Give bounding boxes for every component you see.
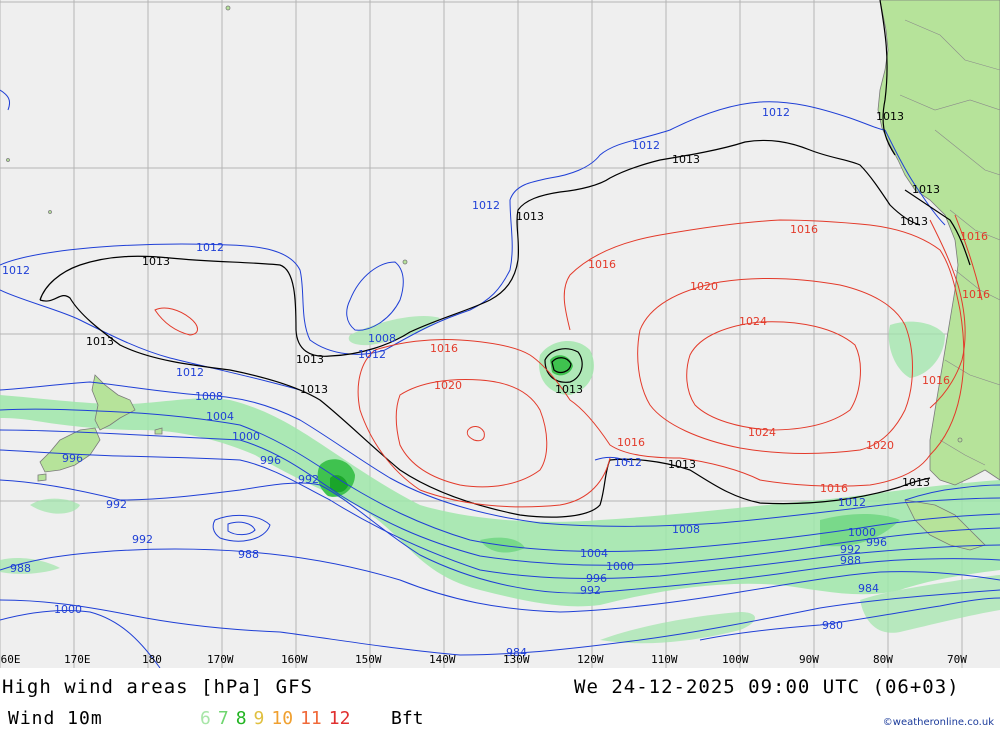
isobar-label: 1016 [962, 288, 990, 301]
longitude-label: 110W [651, 653, 678, 666]
legend-unit: Bft [391, 708, 424, 729]
isobar-label: 1016 [617, 436, 645, 449]
beaufort-value: 8 [235, 708, 247, 729]
isobar-label: 992 [580, 584, 601, 597]
isobar-label: 1013 [296, 353, 324, 366]
isobar-label: 1013 [912, 183, 940, 196]
isobar-label: 1013 [668, 458, 696, 471]
isobar-label: 1024 [739, 315, 767, 328]
longitude-label: 170W [207, 653, 234, 666]
longitude-label: 80W [873, 653, 893, 666]
legend-label: Wind 10m [8, 708, 103, 729]
isobar-label: 984 [858, 582, 879, 595]
isobar-label: 992 [298, 473, 319, 486]
isobar-label: 1016 [922, 374, 950, 387]
isobar-label: 996 [866, 536, 887, 549]
isobar-label: 1000 [54, 603, 82, 616]
isobar-label: 1016 [430, 342, 458, 355]
isobar-label: 1000 [606, 560, 634, 573]
valid-time: We 24-12-2025 09:00 UTC (06+03) [574, 676, 960, 698]
isobar-label: 1012 [2, 264, 30, 277]
isobar-label: 1008 [195, 390, 223, 403]
isobar-label: 1016 [820, 482, 848, 495]
beaufort-value: 7 [217, 708, 229, 729]
longitude-label: 120W [577, 653, 604, 666]
longitude-label: 170E [64, 653, 91, 666]
isobar-label: 1004 [580, 547, 608, 560]
isobar-label: 1012 [838, 496, 866, 509]
isobar-label: 1012 [472, 199, 500, 212]
isobar-label: 1020 [690, 280, 718, 293]
beaufort-scale: 6 7 8 9 10 11 12 [200, 708, 357, 729]
isobar-label: 1013 [876, 110, 904, 123]
isobar-label: 988 [238, 548, 259, 561]
longitude-label: 70W [947, 653, 967, 666]
isobar-label: 1020 [866, 439, 894, 452]
isobar-label: 1016 [588, 258, 616, 271]
isobar-label: 1004 [206, 410, 234, 423]
isobar-label: 1008 [368, 332, 396, 345]
isobar-label: 1012 [358, 348, 386, 361]
isobar-label: 992 [106, 498, 127, 511]
longitude-label: 90W [799, 653, 819, 666]
longitude-label: 100W [722, 653, 749, 666]
isobar-label: 1013 [516, 210, 544, 223]
beaufort-value: 10 [271, 708, 294, 729]
isobar-label: 1012 [196, 241, 224, 254]
longitude-label: 180 [142, 653, 162, 666]
isobar-label: 1013 [900, 215, 928, 228]
isobar-label: 1008 [672, 523, 700, 536]
isobar-label: 1013 [86, 335, 114, 348]
isobar-label: 1013 [902, 476, 930, 489]
beaufort-value: 11 [300, 708, 322, 729]
beaufort-value: 6 [200, 708, 211, 729]
isobar-label: 996 [62, 452, 83, 465]
isobar-label: 1012 [632, 139, 660, 152]
isobar-label: 1013 [142, 255, 170, 268]
beaufort-value: 9 [253, 708, 265, 729]
isobar-label: 1020 [434, 379, 462, 392]
longitude-label: 150W [355, 653, 382, 666]
isobar-label: 1013 [555, 383, 583, 396]
isobar-label: 1024 [748, 426, 776, 439]
longitude-label: 140W [429, 653, 456, 666]
isobar-label: 988 [840, 554, 861, 567]
isobar-label: 980 [822, 619, 843, 632]
weather-map: 1012 1012 1012 1012 1012 1012 1012 1012 … [0, 0, 1000, 668]
isobar-label: 1013 [672, 153, 700, 166]
longitude-label: 130W [503, 653, 530, 666]
map-title: High wind areas [hPa] GFS [2, 676, 313, 698]
isobar-label: 1012 [762, 106, 790, 119]
isobar-label: 1013 [300, 383, 328, 396]
isobar-label: 1012 [614, 456, 642, 469]
longitude-label: 160W [281, 653, 308, 666]
longitude-label: 160E [0, 653, 21, 666]
isobar-label: 992 [132, 533, 153, 546]
isobar-label: 1016 [960, 230, 988, 243]
credit-link[interactable]: ©weatheronline.co.uk [883, 717, 994, 728]
map-footer: High wind areas [hPa] GFS We 24-12-2025 … [0, 668, 1000, 733]
isobar-label: 1016 [790, 223, 818, 236]
isobar-label: 996 [260, 454, 281, 467]
beaufort-value: 12 [328, 708, 351, 729]
isobar-label: 1000 [232, 430, 260, 443]
isobar-label: 988 [10, 562, 31, 575]
isobar-label: 1012 [176, 366, 204, 379]
